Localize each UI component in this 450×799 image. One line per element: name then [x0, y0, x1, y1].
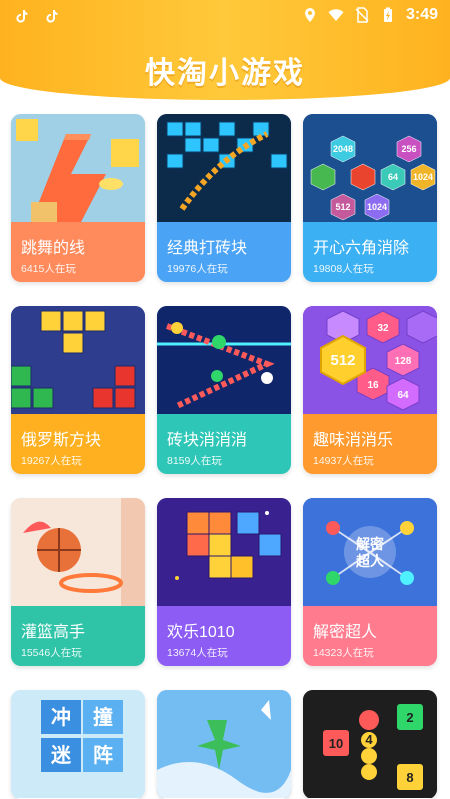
svg-text:128: 128 — [395, 356, 412, 367]
game-card[interactable]: 512 32 128 16 64 趣味消消乐 14937人在玩 — [303, 306, 437, 474]
game-name: 跳舞的线 — [21, 240, 86, 257]
game-name: 解密超人 — [313, 624, 378, 641]
svg-text:4: 4 — [365, 732, 373, 747]
svg-text:64: 64 — [397, 390, 409, 401]
game-grid: 跳舞的线 6415人在玩 经典打砖块 19976人在玩 2048 256 64 … — [0, 0, 450, 799]
player-count: 15546人在玩 — [21, 647, 82, 659]
game-card[interactable]: 解密 超人 解密超人 14323人在玩 — [303, 498, 437, 666]
game-name: 俄罗斯方块 — [21, 432, 102, 449]
card-info: 砖块消消消 8159人在玩 — [157, 414, 291, 474]
player-count: 19808人在玩 — [313, 263, 374, 275]
hex-512-thumbnail: 512 32 128 16 64 — [303, 306, 437, 414]
hexagon-merge-thumbnail: 2048 256 64 1024 512 1024 — [303, 114, 437, 222]
svg-text:超人: 超人 — [355, 553, 385, 569]
dancing-line-thumbnail — [11, 114, 145, 222]
svg-text:512: 512 — [335, 202, 350, 212]
card-info: 开心六角消除 19808人在玩 — [303, 222, 437, 282]
game-name: 经典打砖块 — [167, 240, 248, 257]
game-card[interactable]: 砖块消消消 8159人在玩 — [157, 306, 291, 474]
svg-text:512: 512 — [330, 352, 355, 369]
game-name: 趣味消消乐 — [313, 432, 394, 449]
puzzle-hero-thumbnail: 解密 超人 — [303, 498, 437, 606]
block-1010-thumbnail — [157, 498, 291, 606]
svg-text:8: 8 — [406, 770, 413, 785]
game-card[interactable] — [157, 690, 291, 799]
svg-text:撞: 撞 — [93, 705, 113, 729]
svg-text:冲: 冲 — [51, 706, 71, 729]
player-count: 19976人在玩 — [167, 263, 228, 275]
brick-shooter-thumbnail — [157, 306, 291, 414]
tetris-thumbnail — [11, 306, 145, 414]
snake-numbers-thumbnail: 2 10 8 4 — [303, 690, 437, 798]
game-name: 灌篮高手 — [21, 624, 86, 641]
card-info: 解密超人 14323人在玩 — [303, 606, 437, 666]
game-name: 开心六角消除 — [313, 240, 410, 257]
game-card[interactable]: 2 10 8 4 — [303, 690, 437, 799]
svg-text:256: 256 — [401, 144, 416, 154]
card-info: 欢乐1010 13674人在玩 — [157, 606, 291, 666]
ice-puzzle-thumbnail: 冲撞 迷阵 — [11, 690, 145, 798]
player-count: 14323人在玩 — [313, 647, 374, 659]
svg-text:64: 64 — [388, 172, 398, 182]
svg-text:阵: 阵 — [93, 743, 113, 767]
game-card[interactable]: 冲撞 迷阵 — [11, 690, 145, 799]
game-card[interactable]: 2048 256 64 1024 512 1024 开心六角消除 19808人在玩 — [303, 114, 437, 282]
basketball-thumbnail — [11, 498, 145, 606]
card-info: 俄罗斯方块 19267人在玩 — [11, 414, 145, 474]
game-card[interactable]: 跳舞的线 6415人在玩 — [11, 114, 145, 282]
player-count: 19267人在玩 — [21, 455, 82, 467]
svg-text:16: 16 — [367, 380, 379, 391]
game-card[interactable]: 经典打砖块 19976人在玩 — [157, 114, 291, 282]
svg-text:32: 32 — [377, 323, 389, 334]
brick-breaker-thumbnail — [157, 114, 291, 222]
player-count: 13674人在玩 — [167, 647, 228, 659]
player-count: 6415人在玩 — [21, 263, 76, 275]
svg-text:10: 10 — [329, 736, 343, 751]
game-card[interactable]: 俄罗斯方块 19267人在玩 — [11, 306, 145, 474]
svg-text:解密: 解密 — [356, 536, 384, 552]
game-name: 砖块消消消 — [167, 432, 248, 449]
svg-text:1024: 1024 — [367, 202, 387, 212]
player-count: 8159人在玩 — [167, 455, 222, 467]
card-info: 经典打砖块 19976人在玩 — [157, 222, 291, 282]
card-info: 灌篮高手 15546人在玩 — [11, 606, 145, 666]
plane-thumbnail — [157, 690, 291, 798]
svg-text:2048: 2048 — [333, 144, 353, 154]
card-info: 跳舞的线 6415人在玩 — [11, 222, 145, 282]
game-card[interactable]: 灌篮高手 15546人在玩 — [11, 498, 145, 666]
svg-text:1024: 1024 — [413, 172, 433, 182]
svg-text:迷: 迷 — [50, 744, 72, 767]
game-card[interactable]: 欢乐1010 13674人在玩 — [157, 498, 291, 666]
game-name: 欢乐1010 — [167, 624, 235, 641]
card-info: 趣味消消乐 14937人在玩 — [303, 414, 437, 474]
player-count: 14937人在玩 — [313, 455, 374, 467]
svg-text:2: 2 — [406, 710, 413, 725]
